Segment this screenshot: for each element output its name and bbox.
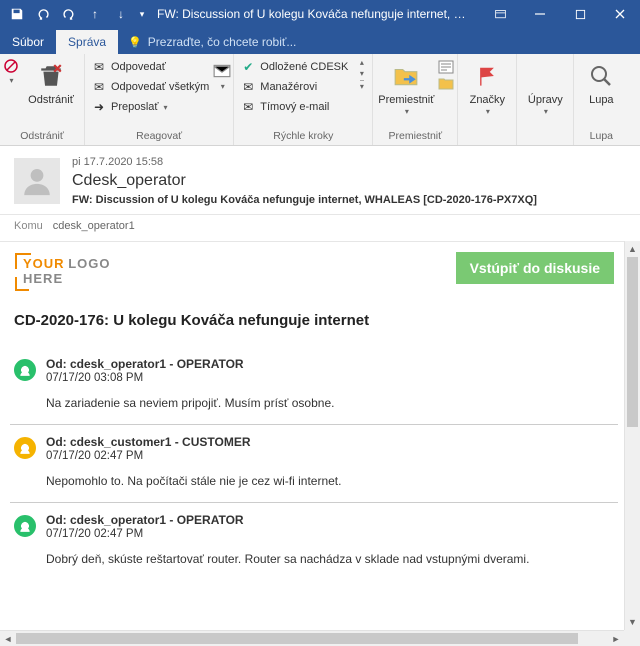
message-body-region: YOUR LOGO HERE Vstúpiť do diskusie CD-20…: [0, 241, 640, 646]
hscroll-thumb[interactable]: [16, 633, 578, 644]
group-zoom: Lupa Lupa: [574, 54, 628, 145]
message-date: pi 17.7.2020 15:58: [72, 156, 626, 168]
to-value: cdesk_operator1: [53, 220, 135, 232]
post-from: Od: cdesk_operator1 - OPERATOR: [46, 357, 614, 371]
discussion-post: Od: cdesk_customer1 - CUSTOMER07/17/20 0…: [10, 424, 618, 502]
delete-icon: [35, 60, 67, 92]
group-respond-label: Reagovať: [89, 128, 229, 145]
tab-file[interactable]: Súbor: [0, 30, 56, 54]
manager-icon: ✉: [240, 79, 256, 95]
zoom-icon: [585, 60, 617, 92]
post-text: Nepomohlo to. Na počítači stále nie je c…: [46, 474, 614, 488]
sender-avatar: [14, 158, 60, 204]
ribbon: ▾ Odstrániť Odstrániť ✉Odpovedať ✉Odpove…: [0, 54, 640, 146]
ribbon-options-icon[interactable]: [480, 0, 520, 28]
team-mail-icon: ✉: [240, 99, 256, 115]
edit-button[interactable]: Úpravy ▾: [521, 56, 569, 117]
reply-button[interactable]: ✉Odpovedať: [89, 58, 211, 76]
thread-title: CD-2020-176: U kolegu Kováča nefunguje i…: [10, 306, 618, 347]
post-date: 07/17/20 02:47 PM: [46, 528, 614, 540]
post-avatar: [14, 359, 36, 381]
post-from: Od: cdesk_customer1 - CUSTOMER: [46, 435, 614, 449]
delete-label: Odstrániť: [28, 94, 74, 106]
tell-me-search[interactable]: Prezraďte, čo chcete robiť...: [118, 30, 306, 54]
group-zoom-label: Lupa: [578, 128, 624, 145]
next-item-icon[interactable]: ↓: [108, 0, 134, 28]
quickstep-3[interactable]: ✉Tímový e-mail: [238, 98, 350, 116]
group-move: Premiestniť ▾ Premiestniť: [373, 54, 458, 145]
scroll-down-icon[interactable]: ▼: [625, 614, 640, 630]
message-subject: FW: Discussion of U kolegu Kováča nefung…: [72, 194, 626, 206]
undo-icon[interactable]: [30, 0, 56, 28]
move-folder-icon: [390, 60, 422, 92]
recipients-row: Komu cdesk_operator1: [0, 215, 640, 241]
message-from: Cdesk_operator: [72, 172, 626, 190]
discussion-post: Od: cdesk_operator1 - OPERATOR07/17/20 0…: [10, 502, 618, 580]
qat-dropdown-icon[interactable]: ▾: [135, 0, 149, 28]
minimize-icon[interactable]: [520, 0, 560, 28]
prev-item-icon[interactable]: ↑: [82, 0, 108, 28]
move-button[interactable]: Premiestniť ▾: [377, 56, 435, 117]
reply-all-button[interactable]: ✉Odpovedať všetkým: [89, 78, 211, 96]
to-label: Komu: [14, 220, 43, 232]
quicksteps-gallery-controls[interactable]: ▴▾▾: [354, 56, 368, 91]
post-avatar: [14, 515, 36, 537]
vscroll-thumb[interactable]: [627, 257, 638, 427]
post-date: 07/17/20 02:47 PM: [46, 450, 614, 462]
group-tags: Značky ▾: [458, 54, 517, 145]
brand-logo: YOUR LOGO HERE: [14, 252, 119, 292]
more-respond-button[interactable]: ▾: [215, 56, 229, 91]
forward-icon: ➜: [91, 99, 107, 115]
lightbulb-icon: [128, 35, 142, 49]
message-body: YOUR LOGO HERE Vstúpiť do diskusie CD-20…: [0, 241, 640, 630]
group-tags-label: [462, 128, 512, 145]
post-date: 07/17/20 03:08 PM: [46, 372, 614, 384]
post-text: Na zariadenie sa neviem pripojiť. Musím …: [46, 396, 614, 410]
maximize-icon[interactable]: [560, 0, 600, 28]
scroll-corner: [624, 630, 640, 646]
save-icon[interactable]: [4, 0, 30, 28]
scroll-up-icon[interactable]: ▲: [625, 241, 640, 257]
message-header: pi 17.7.2020 15:58 Cdesk_operator FW: Di…: [0, 146, 640, 215]
zoom-button[interactable]: Lupa: [578, 56, 624, 106]
check-icon: ✔: [240, 59, 256, 75]
junk-split-button[interactable]: ▾: [4, 56, 18, 85]
window-titlebar: ↑ ↓ ▾ FW: Discussion of U kolegu Kováča …: [0, 0, 640, 28]
post-text: Dobrý deň, skúste reštartovať router. Ro…: [46, 552, 614, 566]
post-from: Od: cdesk_operator1 - OPERATOR: [46, 513, 614, 527]
edit-icon: [529, 60, 561, 92]
quickstep-2[interactable]: ✉Manažérovi: [238, 78, 350, 96]
scroll-right-icon[interactable]: ►: [608, 631, 624, 646]
join-discussion-button[interactable]: Vstúpiť do diskusie: [456, 252, 614, 284]
group-edit: Úpravy ▾: [517, 54, 574, 145]
tell-me-placeholder: Prezraďte, čo chcete robiť...: [148, 35, 297, 49]
group-delete: ▾ Odstrániť Odstrániť: [0, 54, 85, 145]
ribbon-tabs: Súbor Správa Prezraďte, čo chcete robiť.…: [0, 28, 640, 54]
group-respond: ✉Odpovedať ✉Odpovedať všetkým ➜Preposlať…: [85, 54, 234, 145]
group-quicksteps: ✔Odložené CDESK ✉Manažérovi ✉Tímový e-ma…: [234, 54, 373, 145]
close-icon[interactable]: [600, 0, 640, 28]
rules-actions-buttons[interactable]: [439, 56, 453, 90]
group-delete-label: Odstrániť: [4, 128, 80, 145]
horizontal-scrollbar[interactable]: ◄ ►: [0, 630, 624, 646]
post-avatar: [14, 437, 36, 459]
group-move-label: Premiestniť: [377, 128, 453, 145]
forward-button[interactable]: ➜Preposlať▾: [89, 98, 211, 116]
tab-message[interactable]: Správa: [56, 30, 118, 54]
window-title: FW: Discussion of U kolegu Kováča nefung…: [149, 7, 480, 21]
flag-icon: [471, 60, 503, 92]
scroll-left-icon[interactable]: ◄: [0, 631, 16, 646]
window-controls: [480, 0, 640, 28]
discussion-post: Od: cdesk_operator1 - OPERATOR07/17/20 0…: [10, 347, 618, 424]
quickstep-1[interactable]: ✔Odložené CDESK: [238, 58, 350, 76]
reply-icon: ✉: [91, 59, 107, 75]
quick-access-toolbar: ↑ ↓ ▾: [0, 0, 149, 28]
vertical-scrollbar[interactable]: ▲ ▼: [624, 241, 640, 630]
reply-all-icon: ✉: [91, 79, 107, 95]
group-quicksteps-label: Rýchle kroky: [238, 128, 368, 145]
tags-button[interactable]: Značky ▾: [462, 56, 512, 117]
delete-button[interactable]: Odstrániť: [22, 56, 80, 106]
redo-icon[interactable]: [56, 0, 82, 28]
